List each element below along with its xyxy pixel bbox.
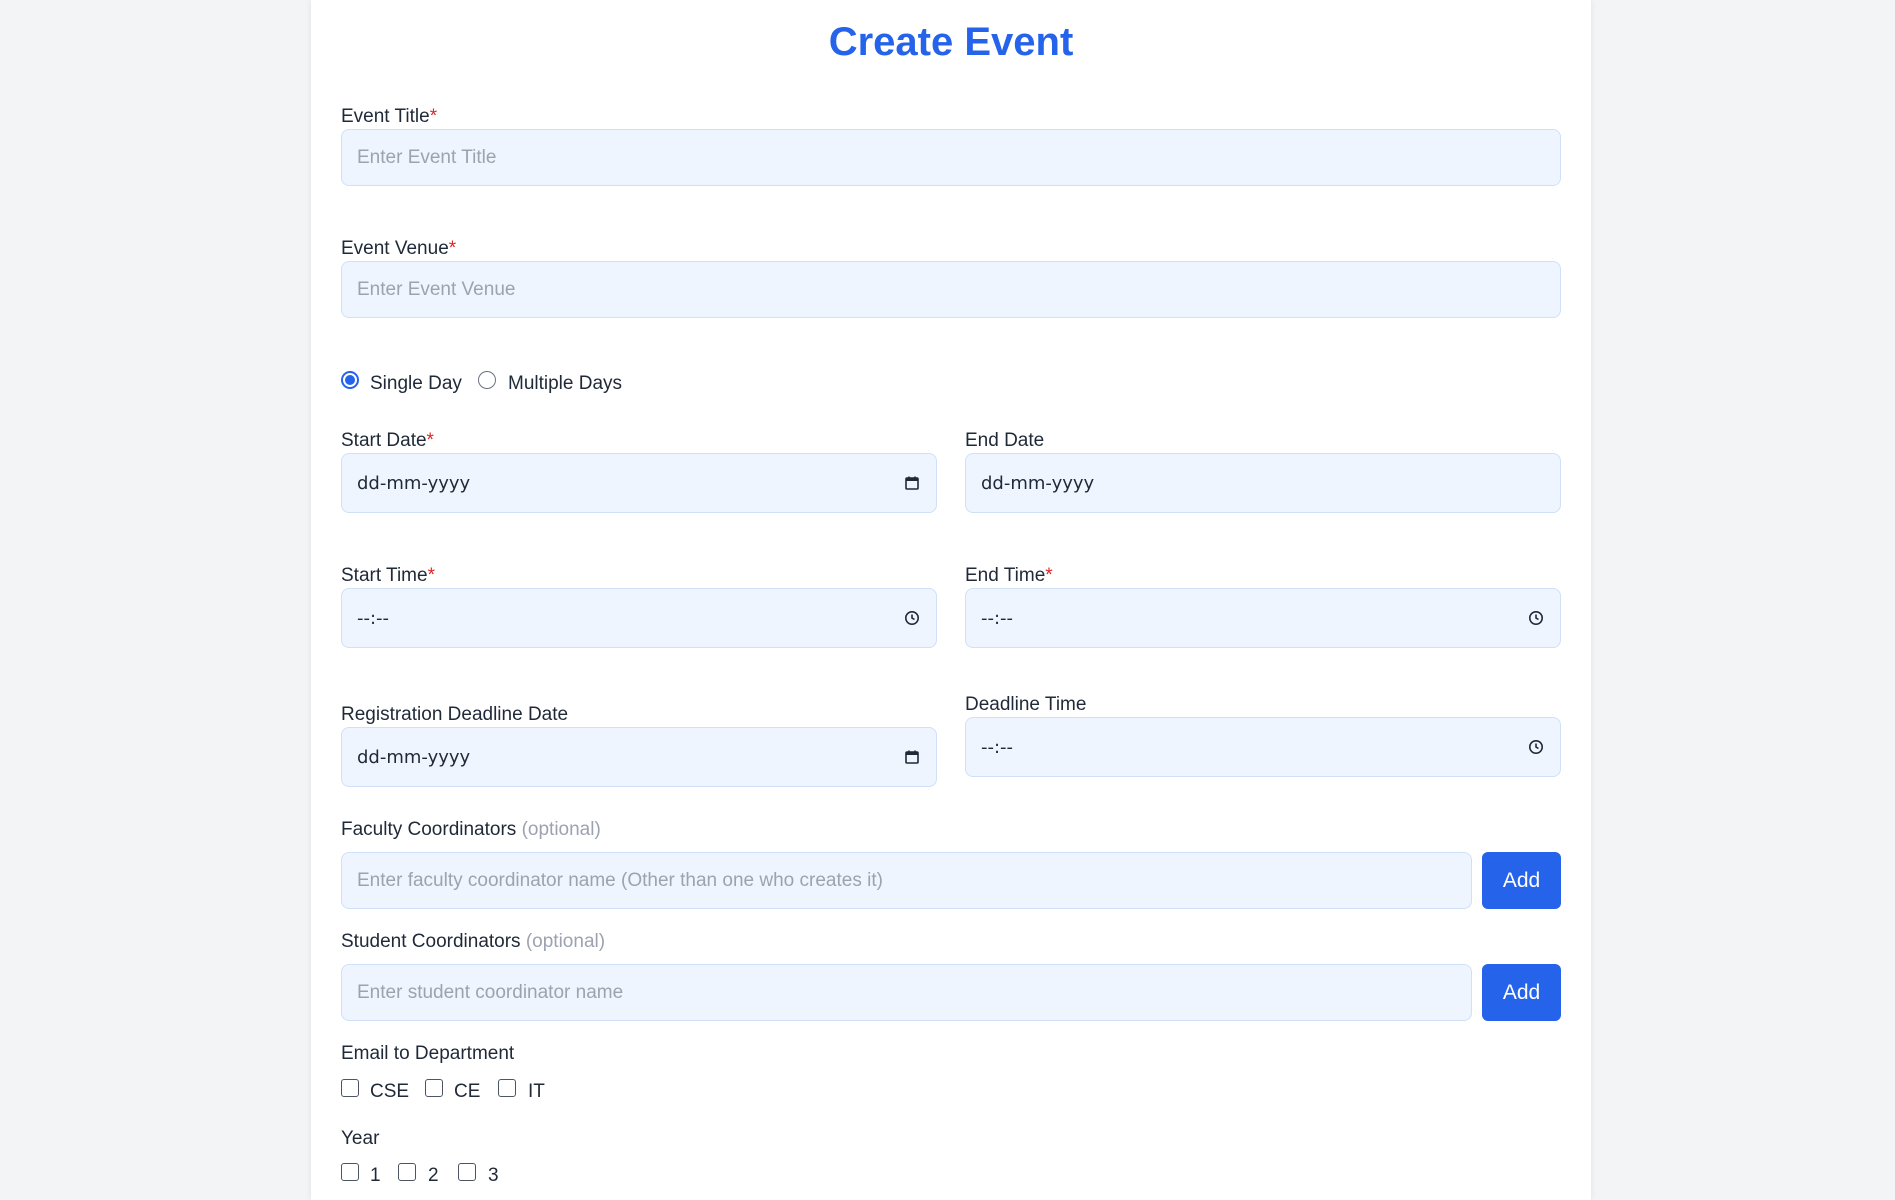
deadline-time-label-text: Deadline Time <box>965 694 1087 715</box>
event-title-input[interactable]: Enter Event Title <box>341 129 1561 186</box>
optional-hint: (optional) <box>521 819 601 840</box>
faculty-coordinators-label: Faculty Coordinators (optional) <box>341 818 601 842</box>
single-day-label[interactable]: Single Day <box>370 372 462 396</box>
faculty-coordinator-placeholder: Enter faculty coordinator name (Other th… <box>357 869 883 891</box>
year-2-checkbox[interactable] <box>398 1163 416 1181</box>
dept-ce-label[interactable]: CE <box>454 1080 480 1104</box>
faculty-coordinator-input[interactable]: Enter faculty coordinator name (Other th… <box>341 852 1472 909</box>
dept-it-checkbox[interactable] <box>498 1079 516 1097</box>
end-time-input[interactable]: --:-- <box>965 588 1561 648</box>
create-event-form: Create Event Event Title* Enter Event Ti… <box>311 0 1591 1200</box>
start-date-value: dd-mm-yyyy <box>357 472 471 494</box>
start-time-value: --:-- <box>357 607 390 629</box>
event-venue-input[interactable]: Enter Event Venue <box>341 261 1561 318</box>
dept-it-label[interactable]: IT <box>528 1080 545 1104</box>
event-title-label: Event Title* <box>341 105 437 129</box>
event-title-placeholder: Enter Event Title <box>357 146 497 168</box>
end-time-value: --:-- <box>981 607 1014 629</box>
event-venue-placeholder: Enter Event Venue <box>357 278 516 300</box>
required-marker: * <box>426 430 434 451</box>
start-time-input[interactable]: --:-- <box>341 588 937 648</box>
clock-icon[interactable] <box>903 609 921 627</box>
clock-icon[interactable] <box>1527 609 1545 627</box>
year-label: Year <box>341 1128 380 1149</box>
end-date-input[interactable]: dd-mm-yyyy <box>965 453 1561 513</box>
single-day-radio[interactable] <box>341 371 359 389</box>
year-2-label[interactable]: 2 <box>428 1164 439 1188</box>
deadline-time-value: --:-- <box>981 736 1014 758</box>
required-marker: * <box>1045 565 1053 586</box>
multiple-days-label[interactable]: Multiple Days <box>508 372 622 396</box>
multiple-days-radio[interactable] <box>478 371 496 389</box>
end-date-label: End Date <box>965 429 1044 453</box>
event-title-label-text: Event Title <box>341 106 430 127</box>
student-coordinators-label: Student Coordinators (optional) <box>341 930 605 954</box>
start-time-label-text: Start Time <box>341 565 428 586</box>
add-faculty-button[interactable]: Add <box>1482 852 1561 909</box>
deadline-time-label: Deadline Time <box>965 693 1086 717</box>
year-1-checkbox[interactable] <box>341 1163 359 1181</box>
end-date-value: dd-mm-yyyy <box>981 472 1095 494</box>
deadline-date-label-text: Registration Deadline Date <box>341 704 569 725</box>
calendar-icon[interactable] <box>903 474 921 492</box>
start-date-input[interactable]: dd-mm-yyyy <box>341 453 937 513</box>
start-date-label: Start Date* <box>341 429 434 453</box>
start-time-label: Start Time* <box>341 564 435 588</box>
start-date-label-text: Start Date <box>341 430 427 451</box>
year-3-checkbox[interactable] <box>458 1163 476 1181</box>
dept-cse-checkbox[interactable] <box>341 1079 359 1097</box>
email-department-label: Email to Department <box>341 1043 515 1064</box>
year-3-label[interactable]: 3 <box>488 1164 499 1188</box>
required-marker: * <box>448 238 457 259</box>
required-marker: * <box>429 106 438 127</box>
add-student-button[interactable]: Add <box>1482 964 1561 1021</box>
required-marker: * <box>427 565 435 586</box>
dept-ce-checkbox[interactable] <box>425 1079 443 1097</box>
event-venue-label: Event Venue* <box>341 237 456 261</box>
end-time-label-text: End Time <box>965 565 1046 586</box>
deadline-date-label: Registration Deadline Date <box>341 703 568 727</box>
student-label-text: Student Coordinators <box>341 931 521 952</box>
event-venue-label-text: Event Venue <box>341 238 449 259</box>
clock-icon[interactable] <box>1527 738 1545 756</box>
student-coordinator-placeholder: Enter student coordinator name <box>357 981 624 1003</box>
faculty-label-text: Faculty Coordinators <box>341 819 517 840</box>
end-date-label-text: End Date <box>965 430 1045 451</box>
end-time-label: End Time* <box>965 564 1053 588</box>
deadline-time-input[interactable]: --:-- <box>965 717 1561 777</box>
page-title: Create Event <box>828 20 1074 64</box>
deadline-date-value: dd-mm-yyyy <box>357 746 471 768</box>
dept-cse-label[interactable]: CSE <box>370 1080 409 1104</box>
optional-hint: (optional) <box>525 931 606 952</box>
student-coordinator-input[interactable]: Enter student coordinator name <box>341 964 1472 1021</box>
calendar-icon[interactable] <box>903 748 921 766</box>
deadline-date-input[interactable]: dd-mm-yyyy <box>341 727 937 787</box>
year-1-label[interactable]: 1 <box>370 1164 381 1188</box>
